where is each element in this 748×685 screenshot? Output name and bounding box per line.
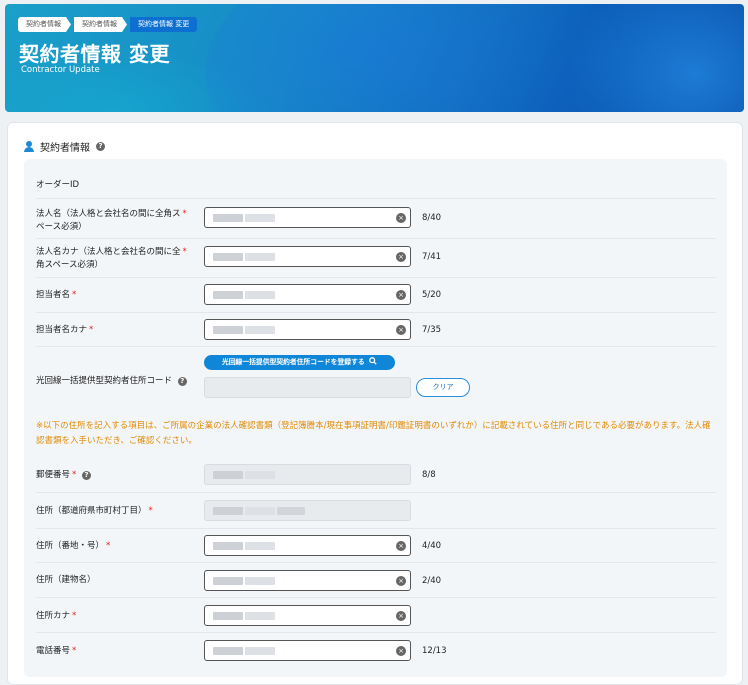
char-count: 7/41 [422,252,442,262]
person-name-input[interactable]: × [204,284,411,305]
row-phone: 電話番号 * × 12/13 [36,633,716,669]
field-label: 住所（番地・号） * [36,541,111,551]
field-label: 光回線一括提供型契約者住所コード ? [36,375,187,388]
street-number-input[interactable]: × [204,535,411,556]
row-postal: 郵便番号 * ? 8/8 [36,457,716,493]
postal-code-input [204,464,411,485]
building-name-input[interactable]: × [204,570,411,591]
clear-icon[interactable]: × [396,541,406,551]
row-building: 住所（建物名） × 2/40 [36,563,716,598]
corp-name-input[interactable]: × [204,207,411,228]
field-label: 法人名カナ（法人格と会社名の間に全 * 角スペース必須） [36,247,187,270]
banner-decoration [565,4,744,112]
section-header: 契約者情報 ? [24,139,105,154]
field-label: オーダーID [36,180,80,190]
row-address-code: 光回線一括提供型契約者住所コード ? 光回線一括提供型契約者住所コードを登録する… [36,347,716,407]
form-panel: オーダーID 法人名（法人格と会社名の間に全角ス * ペース必須） × 8/40 … [24,159,727,677]
address-notice: ※以下の住所を記入する項目は、ご所属の企業の法人確認書類（登記簿謄本/現在事項証… [36,421,711,446]
char-count: 7/35 [422,325,442,335]
field-label: 住所（建物名） [36,575,96,585]
row-addr-kana: 住所カナ * × [36,598,716,633]
row-pref: 住所（都道府県市町村丁目） * [36,493,716,529]
clear-icon[interactable]: × [396,325,406,335]
clear-icon[interactable]: × [396,290,406,300]
phone-number-input[interactable]: × [204,640,411,661]
char-count: 2/40 [422,576,442,586]
row-person-kana: 担当者名カナ * × 7/35 [36,313,716,347]
header-banner: 契約者情報 契約者情報 契約者情報 変更 契約者情報 変更 Contractor… [5,4,744,112]
clear-icon[interactable]: × [396,646,406,656]
char-count: 8/8 [422,470,436,480]
field-label: 住所（都道府県市町村丁目） * [36,506,153,516]
field-label: 郵便番号 * ? [36,469,91,482]
register-address-code-button[interactable]: 光回線一括提供型契約者住所コードを登録する [204,355,395,370]
breadcrumb: 契約者情報 契約者情報 契約者情報 変更 [18,17,198,32]
field-label: 電話番号 * [36,646,77,656]
address-code-input [204,377,411,398]
address-kana-input[interactable]: × [204,605,411,626]
field-label: 担当者名 * [36,290,77,300]
help-icon[interactable]: ? [177,377,187,386]
row-person: 担当者名 * × 5/20 [36,278,716,313]
page-subtitle: Contractor Update [21,65,100,75]
field-label: 担当者名カナ * [36,325,94,335]
row-street: 住所（番地・号） * × 4/40 [36,529,716,563]
corp-kana-input[interactable]: × [204,246,411,267]
person-icon [24,141,34,152]
prefecture-city-input [204,500,411,521]
section-title: 契約者情報 [40,143,90,154]
clear-icon[interactable]: × [396,611,406,621]
person-kana-input[interactable]: × [204,319,411,340]
breadcrumb-current: 契約者情報 変更 [130,17,198,32]
field-label: 住所カナ * [36,611,77,621]
clear-icon[interactable]: × [396,213,406,223]
search-icon [369,357,377,365]
page-title: 契約者情報 変更 [19,42,170,66]
char-count: 4/40 [422,541,442,551]
clear-icon[interactable]: × [396,252,406,262]
help-icon[interactable]: ? [81,471,91,480]
row-corp-kana: 法人名カナ（法人格と会社名の間に全 * 角スペース必須） × 7/41 [36,239,716,278]
row-order-id: オーダーID [36,169,716,199]
char-count: 12/13 [422,646,447,656]
row-corp-name: 法人名（法人格と会社名の間に全角ス * ペース必須） × 8/40 [36,199,716,239]
breadcrumb-item[interactable]: 契約者情報 [74,17,127,32]
char-count: 8/40 [422,213,442,223]
form-card: 契約者情報 ? オーダーID 法人名（法人格と会社名の間に全角ス * ペース必須）… [7,122,743,685]
banner-decoration [205,4,625,112]
breadcrumb-item[interactable]: 契約者情報 [18,17,71,32]
clear-button[interactable]: クリア [416,378,470,397]
char-count: 5/20 [422,290,442,300]
field-label: 法人名（法人格と会社名の間に全角ス * ペース必須） [36,209,187,232]
help-icon[interactable]: ? [96,142,105,151]
clear-icon[interactable]: × [396,576,406,586]
